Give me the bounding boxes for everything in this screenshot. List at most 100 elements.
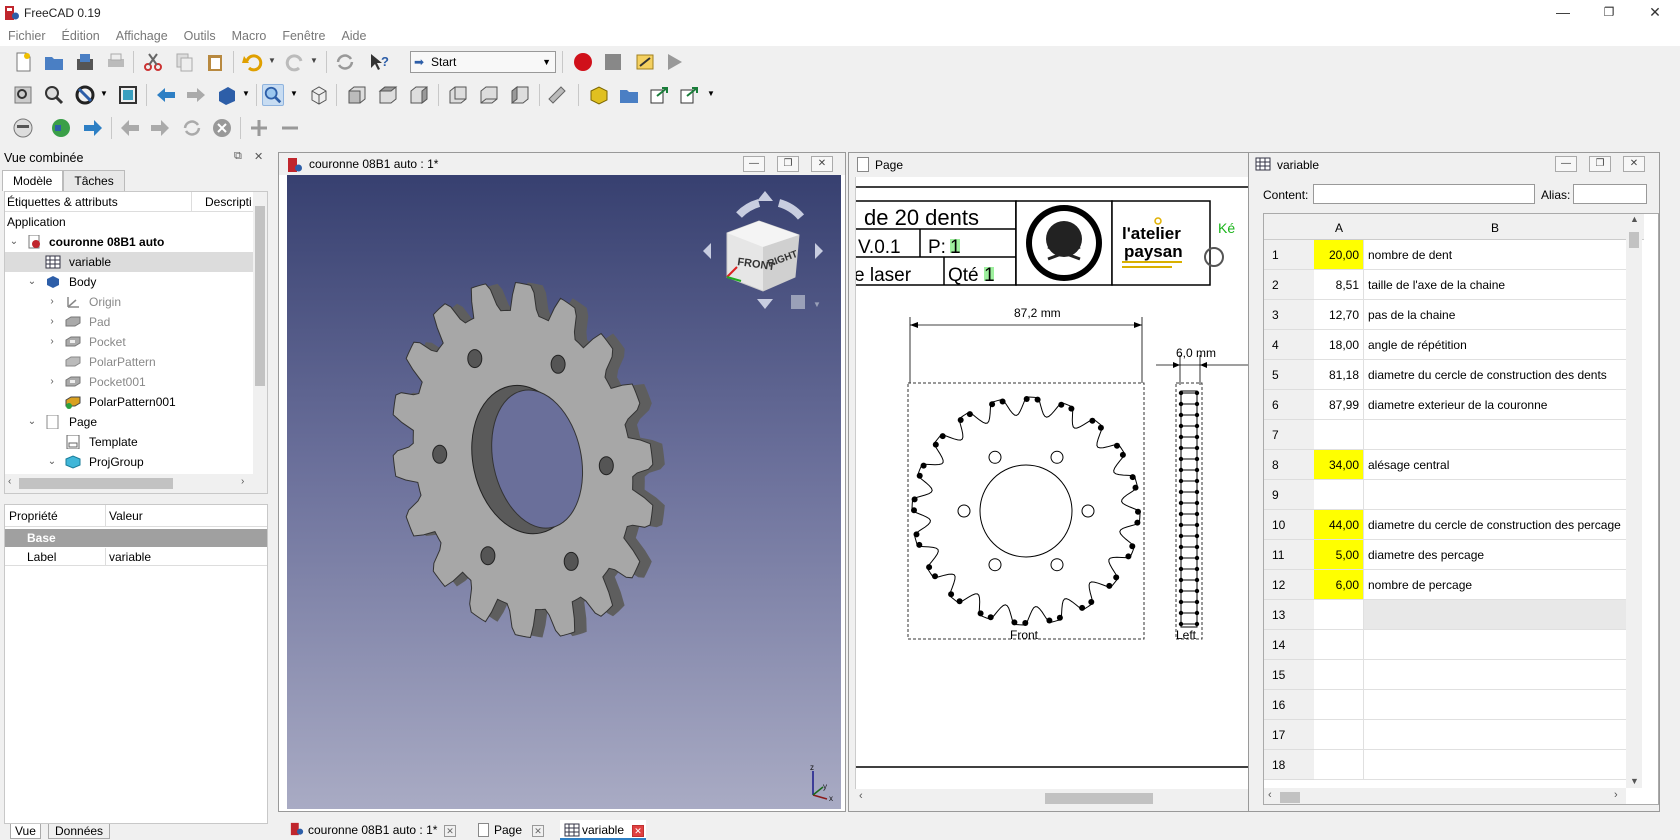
whats-this-icon[interactable]: ? [368, 51, 390, 73]
cell-b[interactable]: nombre de percage [1364, 570, 1626, 600]
row-header[interactable]: 10 [1264, 510, 1314, 540]
cell-b[interactable]: diametre des percage [1364, 540, 1626, 570]
grid-vertical-scrollbar[interactable]: ▲ ▼ [1626, 214, 1642, 788]
tab-variable[interactable]: variable ✕ [560, 820, 646, 840]
cell-a[interactable] [1314, 720, 1364, 750]
macro-stop-icon[interactable] [602, 51, 624, 73]
draw-style-dropdown-icon[interactable]: ▼ [100, 89, 108, 98]
row-header[interactable]: 1 [1264, 240, 1314, 270]
cell-a[interactable]: 6,00 [1314, 570, 1364, 600]
draw-style-icon[interactable] [74, 84, 96, 106]
collapse-arrow-icon[interactable]: › [47, 312, 57, 332]
subwindow-restore-button[interactable]: ❐ [777, 156, 799, 172]
cut-icon[interactable] [142, 51, 164, 73]
view-isometric-icon[interactable] [308, 84, 330, 106]
tab-3d-view[interactable]: couronne 08B1 auto : 1* ✕ [286, 820, 456, 840]
cell-b[interactable] [1364, 600, 1626, 630]
tab-vue[interactable]: Vue [10, 824, 41, 839]
column-b-header[interactable]: B [1364, 221, 1626, 235]
page-horizontal-scrollbar[interactable]: ‹ [855, 789, 1251, 807]
expand-arrow-icon[interactable]: ⌄ [27, 412, 37, 432]
create-part-icon[interactable] [588, 84, 610, 106]
prop-label-value[interactable]: variable [109, 548, 151, 566]
cell-a[interactable] [1314, 660, 1364, 690]
spreadsheet-grid[interactable]: A B 1 20,00 nombre de dent 2 8,51 taille de l… [1263, 213, 1659, 805]
tree-item-pad[interactable]: › Pad [5, 312, 253, 332]
tab-modele[interactable]: Modèle [2, 170, 64, 191]
float-panel-icon[interactable]: ⧉ [234, 150, 242, 163]
web-back-icon[interactable] [119, 117, 141, 139]
cell-a[interactable] [1314, 600, 1364, 630]
macro-record-icon[interactable] [572, 51, 594, 73]
cell-b[interactable]: alésage central [1364, 450, 1626, 480]
macro-run-icon[interactable] [664, 51, 686, 73]
cell-a[interactable]: 44,00 [1314, 510, 1364, 540]
prop-group-base[interactable]: Base [5, 529, 267, 547]
prop-row-label[interactable]: Label variable [5, 548, 267, 566]
std-views-icon[interactable] [216, 84, 238, 106]
tree-item-template[interactable]: Template [5, 432, 253, 452]
expand-arrow-icon[interactable]: ⌄ [9, 232, 19, 252]
subwindow-close-button[interactable]: ✕ [1623, 156, 1645, 172]
collapse-arrow-icon[interactable]: › [47, 292, 57, 312]
zoom-in-icon[interactable] [248, 117, 270, 139]
link-actions-icon[interactable] [678, 84, 700, 106]
row-header[interactable]: 12 [1264, 570, 1314, 600]
forward-arrow-icon[interactable] [185, 84, 207, 106]
column-a-header[interactable]: A [1314, 221, 1364, 235]
cell-a[interactable]: 5,00 [1314, 540, 1364, 570]
row-header[interactable]: 18 [1264, 750, 1314, 780]
cell-a[interactable]: 81,18 [1314, 360, 1364, 390]
content-input[interactable] [1313, 184, 1535, 204]
tree-item-projgroup[interactable]: ⌄ ProjGroup [5, 452, 253, 472]
bounding-box-icon[interactable] [117, 84, 139, 106]
collapse-arrow-icon[interactable]: › [47, 372, 57, 392]
web-refresh-icon[interactable] [181, 117, 203, 139]
menu-outils[interactable]: Outils [176, 26, 224, 43]
row-header[interactable]: 6 [1264, 390, 1314, 420]
open-file-icon[interactable] [43, 51, 65, 73]
tree-item-polarpattern[interactable]: PolarPattern [5, 352, 253, 372]
back-arrow-icon[interactable] [155, 84, 177, 106]
row-header[interactable]: 3 [1264, 300, 1314, 330]
view-bottom-icon[interactable] [478, 84, 500, 106]
tab-close-icon[interactable]: ✕ [632, 825, 644, 837]
row-header[interactable]: 9 [1264, 480, 1314, 510]
menu-fichier[interactable]: Fichier [0, 26, 54, 43]
tree-horizontal-scrollbar[interactable]: ‹ › [5, 474, 267, 493]
link-dropdown-icon[interactable]: ▼ [707, 89, 715, 98]
tab-close-icon[interactable]: ✕ [532, 825, 544, 837]
paste-icon[interactable] [204, 51, 226, 73]
maximize-button[interactable]: ❐ [1586, 0, 1632, 26]
cell-a[interactable]: 8,51 [1314, 270, 1364, 300]
row-header[interactable]: 4 [1264, 330, 1314, 360]
zoom-dropdown-icon[interactable]: ▼ [290, 89, 298, 98]
cell-b[interactable] [1364, 660, 1626, 690]
link-icon[interactable] [648, 84, 670, 106]
menu-affichage[interactable]: Affichage [108, 26, 176, 43]
macro-edit-icon[interactable] [634, 51, 656, 73]
subwindow-close-button[interactable]: ✕ [811, 156, 833, 172]
tab-taches[interactable]: Tâches [63, 170, 125, 191]
tab-donnees[interactable]: Données [48, 824, 111, 839]
view-rear-icon[interactable] [447, 84, 469, 106]
cell-b[interactable]: diametre exterieur de la couronne [1364, 390, 1626, 420]
expand-arrow-icon[interactable]: ⌄ [47, 452, 57, 472]
cell-a[interactable] [1314, 690, 1364, 720]
tab-close-icon[interactable]: ✕ [444, 825, 456, 837]
cell-a[interactable]: 20,00 [1314, 240, 1364, 270]
row-header[interactable]: 14 [1264, 630, 1314, 660]
cell-a[interactable]: 87,99 [1314, 390, 1364, 420]
refresh-icon[interactable] [334, 51, 356, 73]
row-header[interactable]: 13 [1264, 600, 1314, 630]
web-open-icon[interactable] [82, 117, 104, 139]
tab-page[interactable]: Page ✕ [472, 820, 544, 840]
cell-b[interactable]: taille de l'axe de la chaine [1364, 270, 1626, 300]
cell-a[interactable]: 34,00 [1314, 450, 1364, 480]
tree-item-polarpattern001[interactable]: PolarPattern001 [5, 392, 253, 412]
cell-a[interactable] [1314, 750, 1364, 780]
row-header[interactable]: 16 [1264, 690, 1314, 720]
cell-a[interactable]: 18,00 [1314, 330, 1364, 360]
row-header[interactable]: 17 [1264, 720, 1314, 750]
copy-icon[interactable] [173, 51, 195, 73]
